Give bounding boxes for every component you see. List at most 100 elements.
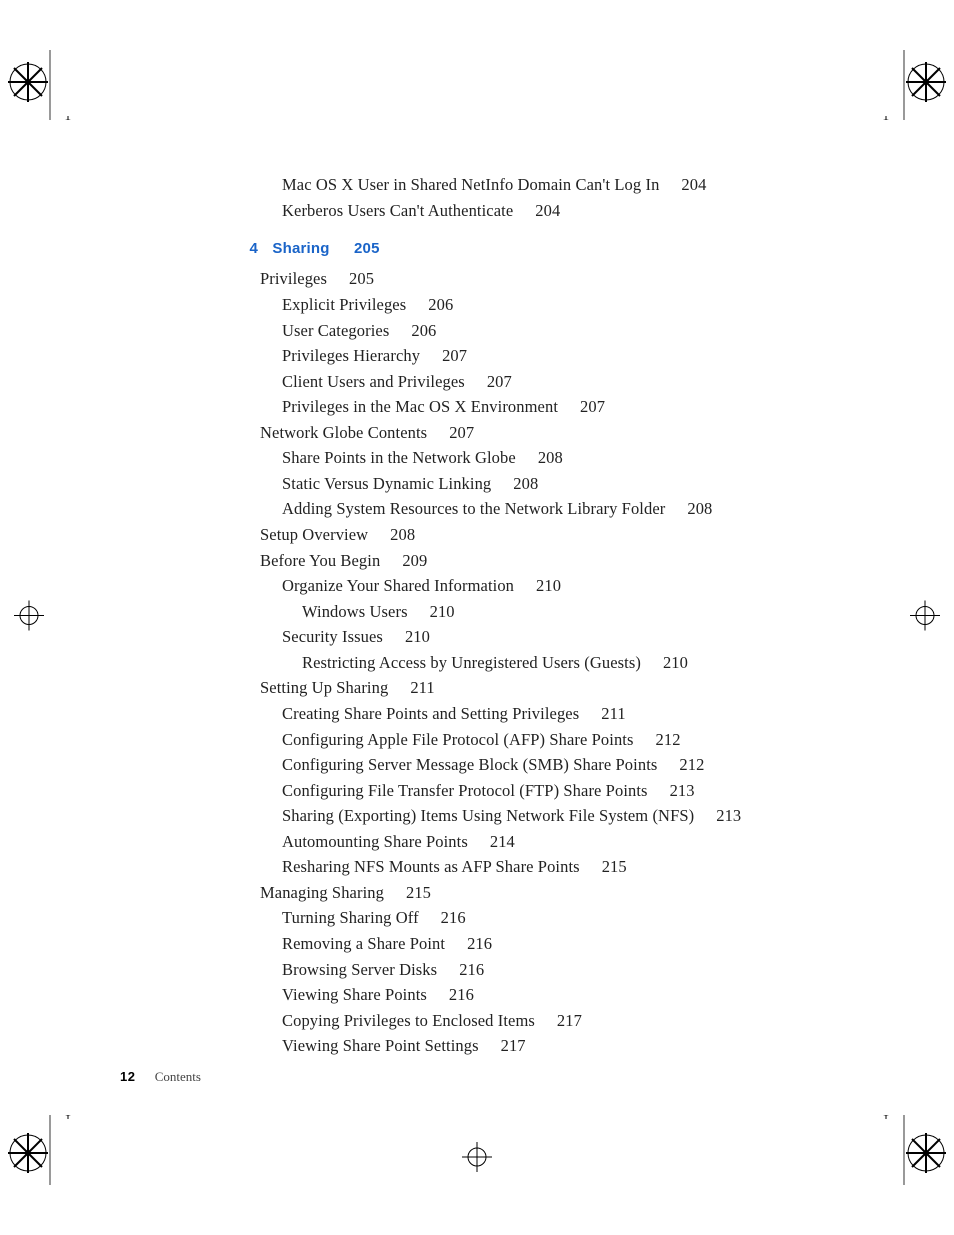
chapter-page: 205 (354, 240, 380, 257)
registration-cluster-icon (878, 1115, 948, 1185)
toc-entry-page: 211 (410, 678, 434, 697)
toc-entry-title: Viewing Share Point Settings (282, 1036, 479, 1055)
toc-entry: Setup Overview208 (260, 522, 834, 548)
toc-entry-title: Static Versus Dynamic Linking (282, 474, 491, 493)
toc-entry: Configuring Server Message Block (SMB) S… (282, 752, 834, 778)
toc-entry: Removing a Share Point216 (282, 931, 834, 957)
toc-entry: Privileges in the Mac OS X Environment 20… (282, 394, 834, 420)
toc-entry: Browsing Server Disks 216 (282, 957, 834, 983)
toc-entry: Viewing Share Point Settings 217 (282, 1033, 834, 1059)
toc-entry: Copying Privileges to Enclosed Items 217 (282, 1008, 834, 1034)
toc-entry-title: Copying Privileges to Enclosed Items (282, 1011, 535, 1030)
toc-entry-title: Configuring File Transfer Protocol (FTP)… (282, 781, 648, 800)
toc-entry: Configuring File Transfer Protocol (FTP)… (282, 778, 834, 804)
crosshair-icon (910, 600, 940, 630)
toc-entry-page: 213 (670, 781, 695, 800)
footer-section-label: Contents (155, 1069, 201, 1084)
registration-cluster-icon (6, 1115, 76, 1185)
toc-entry-page: 206 (428, 295, 453, 314)
toc-entry-page: 204 (681, 175, 706, 194)
registration-mark-corner (6, 1115, 76, 1185)
toc-entry-page: 212 (679, 755, 704, 774)
toc-entry-title: Mac OS X User in Shared NetInfo Domain C… (282, 175, 659, 194)
toc-entry-page: 208 (687, 499, 712, 518)
toc-entry-page: 209 (402, 551, 427, 570)
toc-entry-page: 217 (501, 1036, 526, 1055)
toc-entry-title: Managing Sharing (260, 883, 384, 902)
toc-entry: Privileges Hierarchy207 (282, 343, 834, 369)
toc-entry-title: Privileges in the Mac OS X Environment (282, 397, 558, 416)
toc-entry: Viewing Share Points 216 (282, 982, 834, 1008)
toc-entry-page: 215 (406, 883, 431, 902)
toc-entry-page: 210 (405, 627, 430, 646)
toc-entry-page: 216 (459, 960, 484, 979)
toc-entry: Explicit Privileges206 (282, 292, 834, 318)
toc-entry: Creating Share Points and Setting Privil… (282, 701, 834, 727)
toc-entry-title: User Categories (282, 321, 389, 340)
toc-entry-page: 210 (536, 576, 561, 595)
toc-entry: Static Versus Dynamic Linking208 (282, 471, 834, 497)
toc-entry: Network Globe Contents207 (260, 420, 834, 446)
toc-entry-title: Viewing Share Points (282, 985, 427, 1004)
toc-entry-page: 204 (535, 201, 560, 220)
toc-intro-block: Mac OS X User in Shared NetInfo Domain C… (230, 172, 834, 223)
toc-entry-page: 210 (663, 653, 688, 672)
toc-entry-page: 212 (656, 730, 681, 749)
toc-entry-title: Kerberos Users Can't Authenticate (282, 201, 513, 220)
toc-entry-title: Network Globe Contents (260, 423, 427, 442)
toc-entry: Managing Sharing 215 (260, 880, 834, 906)
registration-mark-center (462, 1142, 492, 1177)
toc-entry-page: 207 (580, 397, 605, 416)
registration-cluster-icon (6, 50, 76, 120)
toc-entry: Share Points in the Network Globe 208 (282, 445, 834, 471)
chapter-number: 4 (230, 237, 258, 260)
toc-entry-title: Removing a Share Point (282, 934, 445, 953)
toc-entry-page: 207 (442, 346, 467, 365)
toc-entry-page: 213 (716, 806, 741, 825)
toc-entry-title: Privileges (260, 269, 327, 288)
toc-entry-title: Windows Users (302, 602, 408, 621)
toc-entry-title: Restricting Access by Unregistered Users… (302, 653, 641, 672)
toc-entry: Kerberos Users Can't Authenticate 204 (282, 198, 834, 224)
toc-entry: Adding System Resources to the Network L… (282, 496, 834, 522)
toc-entry: Security Issues 210 (282, 624, 834, 650)
toc-entry-page: 208 (538, 448, 563, 467)
registration-mark-edge (910, 600, 940, 635)
toc-entry-page: 207 (487, 372, 512, 391)
toc-entry: Privileges 205 (260, 266, 834, 292)
chapter-heading: 4 Sharing 205 (230, 237, 834, 260)
toc-entry: Windows Users 210 (302, 599, 834, 625)
toc-entry-title: Share Points in the Network Globe (282, 448, 516, 467)
toc-entry: Before You Begin209 (260, 548, 834, 574)
toc-entry-title: Configuring Apple File Protocol (AFP) Sh… (282, 730, 634, 749)
toc-entry-page: 205 (349, 269, 374, 288)
page-footer: 12 Contents (120, 1069, 201, 1085)
registration-mark-corner (878, 50, 948, 120)
toc-entry-page: 206 (411, 321, 436, 340)
toc-entry-title: Client Users and Privileges (282, 372, 465, 391)
registration-mark-edge (14, 600, 44, 635)
toc-entry: Sharing (Exporting) Items Using Network … (282, 803, 834, 829)
registration-mark-corner (878, 1115, 948, 1185)
toc-entry: Restricting Access by Unregistered Users… (302, 650, 834, 676)
toc-entry-title: Setup Overview (260, 525, 368, 544)
toc-entry: User Categories 206 (282, 318, 834, 344)
toc-entry-page: 211 (601, 704, 625, 723)
toc-entry-page: 217 (557, 1011, 582, 1030)
crosshair-icon (462, 1142, 492, 1172)
registration-cluster-icon (878, 50, 948, 120)
toc-entry: Turning Sharing Off216 (282, 905, 834, 931)
toc-entry-page: 216 (441, 908, 466, 927)
toc-entry: Mac OS X User in Shared NetInfo Domain C… (282, 172, 834, 198)
toc-entry: Configuring Apple File Protocol (AFP) Sh… (282, 727, 834, 753)
toc-entry-title: Adding System Resources to the Network L… (282, 499, 665, 518)
toc-entry-title: Creating Share Points and Setting Privil… (282, 704, 579, 723)
toc-entry-title: Security Issues (282, 627, 383, 646)
toc-entry-title: Browsing Server Disks (282, 960, 437, 979)
toc-entry-page: 216 (449, 985, 474, 1004)
toc-entry-page: 210 (430, 602, 455, 621)
toc-entry: Automounting Share Points214 (282, 829, 834, 855)
toc-entry: Setting Up Sharing211 (260, 675, 834, 701)
toc-entry: Client Users and Privileges 207 (282, 369, 834, 395)
toc-entry: Resharing NFS Mounts as AFP Share Points… (282, 854, 834, 880)
